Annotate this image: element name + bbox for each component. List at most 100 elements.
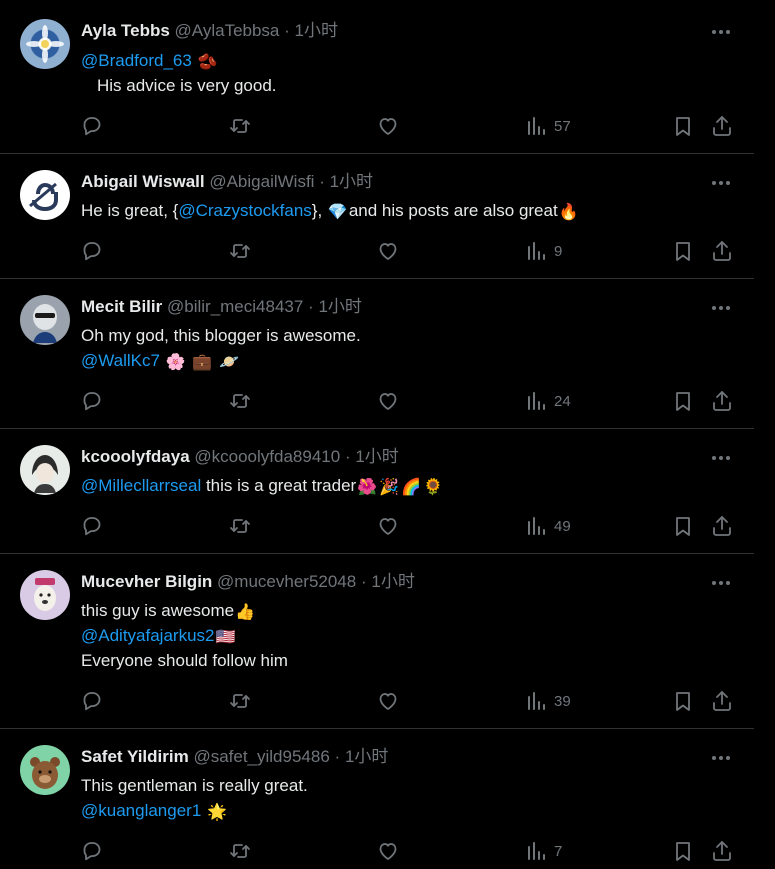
- bookmark-button[interactable]: [671, 838, 695, 864]
- share-button[interactable]: [710, 688, 734, 714]
- author-handle[interactable]: @kcooolyfda89410: [194, 447, 340, 466]
- timestamp[interactable]: 1小时: [355, 447, 398, 466]
- author-handle[interactable]: @bilir_meci48437: [167, 297, 303, 316]
- bookmark-button[interactable]: [671, 513, 695, 539]
- reply-button[interactable]: [80, 388, 104, 414]
- views-button[interactable]: 7: [525, 838, 562, 864]
- avatar[interactable]: [20, 570, 70, 620]
- views-button[interactable]: 49: [525, 513, 571, 539]
- tweet[interactable]: Mucevher Bilgin @mucevher52048 · 1小时 thi…: [0, 554, 754, 729]
- more-button[interactable]: [706, 297, 736, 319]
- retweet-button[interactable]: [228, 688, 252, 714]
- retweet-button[interactable]: [228, 113, 252, 139]
- like-button[interactable]: [376, 113, 400, 139]
- tweet-actions: 39: [80, 688, 750, 714]
- retweet-button[interactable]: [228, 838, 252, 864]
- mention-link[interactable]: @Bradford_63: [81, 51, 192, 70]
- retweet-button[interactable]: [228, 238, 252, 264]
- views-count: 49: [554, 517, 571, 535]
- like-button[interactable]: [376, 388, 400, 414]
- views-button[interactable]: 24: [525, 388, 571, 414]
- retweet-button[interactable]: [228, 388, 252, 414]
- text-segment: and his posts are also great: [348, 201, 558, 220]
- separator-dot: ·: [308, 297, 314, 316]
- author-handle[interactable]: @mucevher52048: [217, 572, 356, 591]
- mention-link[interactable]: @Millecllarrseal: [81, 476, 201, 495]
- more-button[interactable]: [706, 447, 736, 469]
- retweet-icon: [230, 244, 250, 258]
- views-button[interactable]: 57: [525, 113, 571, 139]
- tweet[interactable]: Abigail Wiswall @AbigailWisfi · 1小时 He i…: [0, 154, 754, 279]
- share-button[interactable]: [710, 513, 734, 539]
- retweet-button[interactable]: [228, 513, 252, 539]
- heart-icon: [379, 843, 397, 860]
- timestamp[interactable]: 1小时: [330, 172, 373, 191]
- separator-dot: ·: [284, 21, 290, 40]
- share-icon: [713, 691, 731, 711]
- share-button[interactable]: [710, 113, 734, 139]
- mention-link[interactable]: @Crazystockfans: [178, 201, 311, 220]
- avatar[interactable]: [20, 445, 70, 495]
- tweet[interactable]: Ayla Tebbs @AylaTebbsa · 1小时 @Bradford_6…: [0, 0, 754, 154]
- like-button[interactable]: [376, 513, 400, 539]
- views-button[interactable]: 9: [525, 238, 562, 264]
- share-button[interactable]: [710, 838, 734, 864]
- author-name[interactable]: Mecit Bilir: [81, 297, 162, 316]
- more-icon: [712, 30, 730, 34]
- share-button[interactable]: [710, 388, 734, 414]
- retweet-icon: [230, 844, 250, 858]
- tweet-text-line: His advice is very good.: [97, 76, 277, 95]
- views-count: 57: [554, 117, 571, 135]
- author-name[interactable]: Mucevher Bilgin: [81, 572, 212, 591]
- more-button[interactable]: [706, 172, 736, 194]
- more-button[interactable]: [706, 747, 736, 769]
- share-button[interactable]: [710, 238, 734, 264]
- like-button[interactable]: [376, 238, 400, 264]
- mention-link[interactable]: @kuanglanger1: [81, 801, 201, 820]
- bookmark-button[interactable]: [671, 388, 695, 414]
- fire-emoji: 🔥: [558, 204, 579, 221]
- mention-link[interactable]: @WallKc7: [81, 351, 160, 370]
- like-button[interactable]: [376, 838, 400, 864]
- more-button[interactable]: [706, 572, 736, 594]
- bookmark-icon: [676, 117, 690, 136]
- author-name[interactable]: Safet Yildirim: [81, 747, 189, 766]
- sunflower-emoji: 🌻: [422, 479, 443, 496]
- avatar[interactable]: [20, 170, 70, 220]
- reply-icon: [83, 117, 101, 136]
- bookmark-button[interactable]: [671, 238, 695, 264]
- like-button[interactable]: [376, 688, 400, 714]
- author-name[interactable]: Abigail Wiswall: [81, 172, 205, 191]
- reply-button[interactable]: [80, 838, 104, 864]
- avatar[interactable]: [20, 295, 70, 345]
- retweet-icon: [230, 519, 250, 533]
- briefcase-emoji: 💼: [192, 354, 213, 371]
- more-button[interactable]: [706, 21, 736, 43]
- tweet[interactable]: kcooolyfdaya @kcooolyfda89410 · 1小时 @Mil…: [0, 429, 754, 554]
- timestamp[interactable]: 1小时: [345, 747, 388, 766]
- bookmark-button[interactable]: [671, 113, 695, 139]
- timestamp[interactable]: 1小时: [371, 572, 414, 591]
- reply-button[interactable]: [80, 238, 104, 264]
- mention-link[interactable]: @Adityafajarkus2: [81, 626, 215, 645]
- author-handle[interactable]: @AylaTebbsa: [175, 21, 280, 40]
- reply-button[interactable]: [80, 513, 104, 539]
- author-name[interactable]: kcooolyfdaya: [81, 447, 190, 466]
- beans-emoji: 🫘: [197, 54, 218, 71]
- share-icon: [713, 841, 731, 861]
- tweet[interactable]: Mecit Bilir @bilir_meci48437 · 1小时 Oh my…: [0, 279, 754, 429]
- timestamp[interactable]: 1小时: [318, 297, 361, 316]
- timestamp[interactable]: 1小时: [295, 21, 338, 40]
- reply-button[interactable]: [80, 113, 104, 139]
- reply-button[interactable]: [80, 688, 104, 714]
- bookmark-button[interactable]: [671, 688, 695, 714]
- avatar[interactable]: [20, 745, 70, 795]
- author-name[interactable]: Ayla Tebbs: [81, 21, 170, 40]
- tweet[interactable]: Safet Yildirim @safet_yild95486 · 1小时 Th…: [0, 729, 754, 869]
- author-handle[interactable]: @safet_yild95486: [193, 747, 329, 766]
- author-handle[interactable]: @AbigailWisfi: [209, 172, 314, 191]
- views-button[interactable]: 39: [525, 688, 571, 714]
- views-icon: [528, 392, 545, 410]
- tweet-actions: 9: [80, 238, 750, 264]
- avatar[interactable]: [20, 19, 70, 69]
